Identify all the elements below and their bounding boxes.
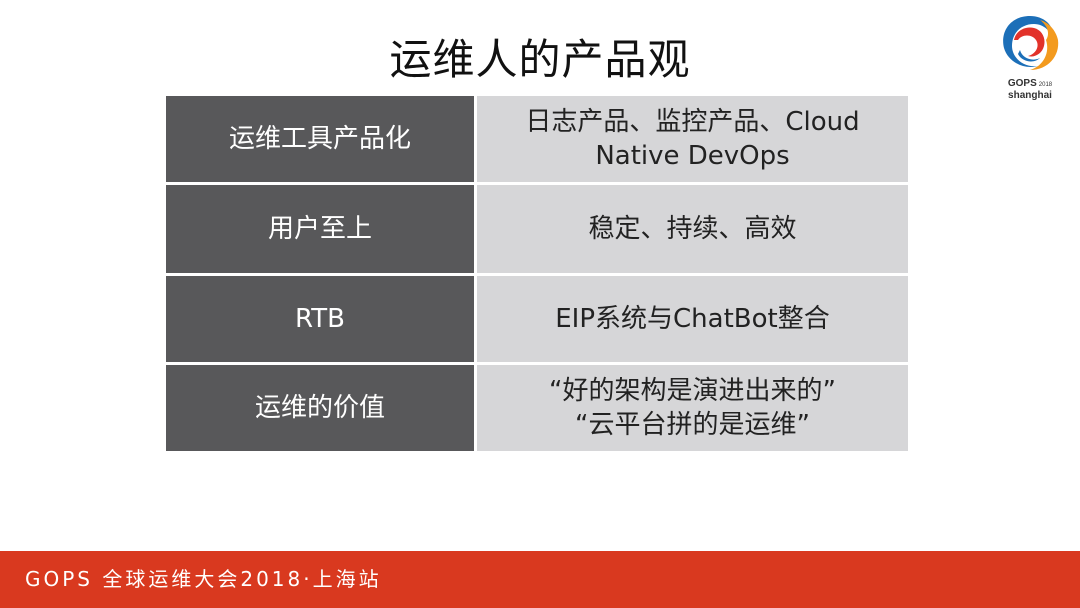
footer-bar: GOPS 全球运维大会2018·上海站: [0, 551, 1080, 608]
logo-city: shanghai: [1008, 90, 1052, 101]
row-value-line: 稳定、持续、高效: [588, 214, 797, 244]
table-row: 用户至上 稳定、持续、高效: [166, 182, 908, 275]
row-value: EIP系统与ChatBot整合: [475, 273, 908, 364]
table-row: 运维的价值 “好的架构是演进出来的” “云平台拼的是运维”: [166, 362, 908, 451]
row-value-line: EIP系统与ChatBot整合: [555, 304, 830, 334]
row-value-line: “云平台拼的是运维”: [575, 410, 810, 440]
row-value-line: Native DevOps: [595, 141, 790, 171]
row-value: 日志产品、监控产品、Cloud Native DevOps: [475, 96, 908, 184]
product-view-table: 运维工具产品化 日志产品、监控产品、Cloud Native DevOps 用户…: [166, 96, 908, 451]
slide-title: 运维人的产品观: [389, 35, 691, 84]
row-label: 运维的价值: [166, 362, 477, 451]
logo-brand-text: GOPS: [1007, 78, 1037, 89]
footer-text: GOPS 全球运维大会2018·上海站: [25, 567, 382, 591]
row-value: “好的架构是演进出来的” “云平台拼的是运维”: [475, 362, 908, 451]
row-label: 用户至上: [166, 182, 477, 275]
table-row: 运维工具产品化 日志产品、监控产品、Cloud Native DevOps: [166, 96, 908, 184]
row-value-line: “好的架构是演进出来的”: [549, 376, 836, 406]
row-value-line: 日志产品、监控产品、Cloud: [525, 107, 860, 137]
gops-logo: GOPS 2018 shanghai: [990, 10, 1070, 105]
row-value: 稳定、持续、高效: [475, 182, 908, 275]
gops-swirl-icon: [1003, 16, 1059, 70]
logo-brand: GOPS 2018: [990, 78, 1070, 89]
row-label: 运维工具产品化: [166, 96, 477, 184]
table-row: RTB EIP系统与ChatBot整合: [166, 273, 908, 364]
logo-year: 2018: [1038, 82, 1053, 88]
row-label: RTB: [166, 273, 477, 364]
